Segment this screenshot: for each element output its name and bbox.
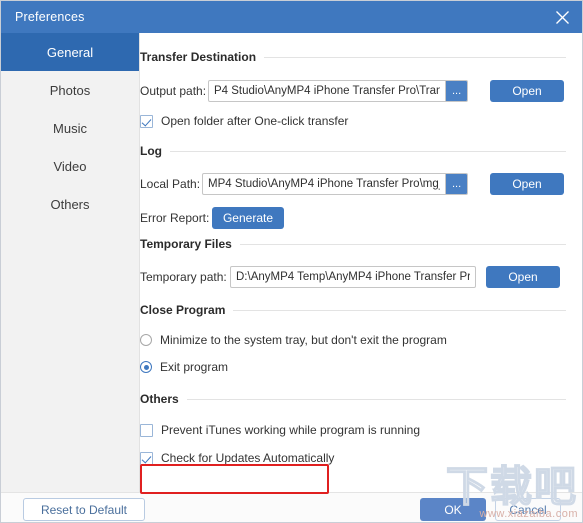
open-folder-after-transfer-label: Open folder after One-click transfer: [161, 114, 349, 128]
prevent-itunes-label: Prevent iTunes working while program is …: [161, 423, 421, 437]
group-title: Transfer Destination: [140, 50, 257, 64]
output-path-browse-button[interactable]: ...: [445, 81, 467, 101]
sidebar-item-label: Photos: [49, 82, 91, 98]
group-header: Log: [140, 143, 582, 159]
group-header: Close Program: [140, 302, 582, 318]
sidebar-item-music[interactable]: Music: [1, 109, 139, 147]
divider: [264, 56, 566, 58]
radio-minimize-label: Minimize to the system tray, but don't e…: [160, 333, 447, 347]
checkbox-icon: [140, 114, 153, 128]
check-updates-checkbox[interactable]: Check for Updates Automatically: [140, 451, 582, 465]
local-path-label: Local Path:: [140, 177, 201, 191]
temporary-path-input[interactable]: [231, 267, 475, 287]
group-others: Others Prevent iTunes working while prog…: [140, 391, 582, 465]
divider: [186, 398, 566, 400]
output-path-input[interactable]: [209, 81, 446, 101]
checkbox-icon: [140, 451, 153, 465]
error-report-row: Error Report: Generate: [140, 207, 582, 229]
output-path-row: Output path: ... Open: [140, 80, 582, 102]
temporary-path-open-button[interactable]: Open: [486, 266, 560, 288]
group-transfer-destination: Transfer Destination Output path: ... Op…: [140, 49, 582, 128]
cancel-button[interactable]: Cancel: [495, 498, 561, 521]
local-path-browse-button[interactable]: ...: [445, 174, 467, 194]
local-path-input[interactable]: [203, 174, 446, 194]
local-path-open-button[interactable]: Open: [490, 173, 564, 195]
radio-exit-program[interactable]: Exit program: [140, 360, 582, 374]
group-title: Close Program: [140, 303, 226, 317]
sidebar-item-label: Video: [53, 158, 87, 174]
group-header: Temporary Files: [140, 236, 582, 252]
local-path-row: Local Path: ... Open: [140, 173, 582, 195]
group-temporary-files: Temporary Files Temporary path: Open: [140, 236, 582, 288]
radio-minimize-to-tray[interactable]: Minimize to the system tray, but don't e…: [140, 333, 582, 347]
output-path-label: Output path:: [140, 84, 207, 98]
error-report-label: Error Report:: [140, 211, 210, 225]
sidebar-item-general[interactable]: General: [1, 33, 139, 71]
open-folder-after-transfer-checkbox[interactable]: Open folder after One-click transfer: [140, 114, 582, 128]
close-icon[interactable]: [540, 1, 582, 33]
temporary-path-label: Temporary path:: [140, 270, 227, 284]
group-title: Log: [140, 144, 162, 158]
sidebar-item-photos[interactable]: Photos: [1, 71, 139, 109]
prevent-itunes-checkbox[interactable]: Prevent iTunes working while program is …: [140, 423, 582, 437]
radio-icon: [140, 361, 152, 373]
temporary-path-row: Temporary path: Open: [140, 266, 582, 288]
temporary-path-field[interactable]: [230, 266, 476, 288]
sidebar: General Photos Music Video Others: [1, 33, 140, 492]
sidebar-item-label: Music: [53, 120, 87, 136]
divider: [239, 243, 566, 245]
group-title: Others: [140, 392, 179, 406]
generate-error-report-button[interactable]: Generate: [212, 207, 284, 229]
preferences-dialog: Preferences General Photos Music Video O…: [0, 0, 583, 523]
output-path-field[interactable]: ...: [208, 80, 468, 102]
ok-button[interactable]: OK: [420, 498, 486, 521]
radio-icon: [140, 334, 152, 346]
check-updates-label: Check for Updates Automatically: [161, 451, 335, 465]
output-path-open-button[interactable]: Open: [490, 80, 564, 102]
divider: [233, 309, 566, 311]
sidebar-item-label: General: [46, 44, 94, 60]
sidebar-item-others[interactable]: Others: [1, 185, 139, 223]
local-path-field[interactable]: ...: [202, 173, 468, 195]
footer-bar: Reset to Default OK Cancel: [1, 492, 582, 522]
reset-to-default-button[interactable]: Reset to Default: [23, 498, 145, 521]
sidebar-item-label: Others: [50, 196, 90, 212]
group-log: Log Local Path: ... Open Error Report: G…: [140, 143, 582, 229]
radio-exit-label: Exit program: [160, 360, 229, 374]
title-bar: Preferences: [1, 1, 582, 33]
group-title: Temporary Files: [140, 237, 232, 251]
group-header: Transfer Destination: [140, 49, 582, 65]
settings-panel: Transfer Destination Output path: ... Op…: [140, 33, 582, 492]
window-title: Preferences: [15, 10, 85, 24]
sidebar-item-video[interactable]: Video: [1, 147, 139, 185]
checkbox-icon: [140, 423, 153, 437]
divider: [170, 150, 566, 152]
group-header: Others: [140, 391, 582, 407]
group-close-program: Close Program Minimize to the system tra…: [140, 302, 582, 374]
